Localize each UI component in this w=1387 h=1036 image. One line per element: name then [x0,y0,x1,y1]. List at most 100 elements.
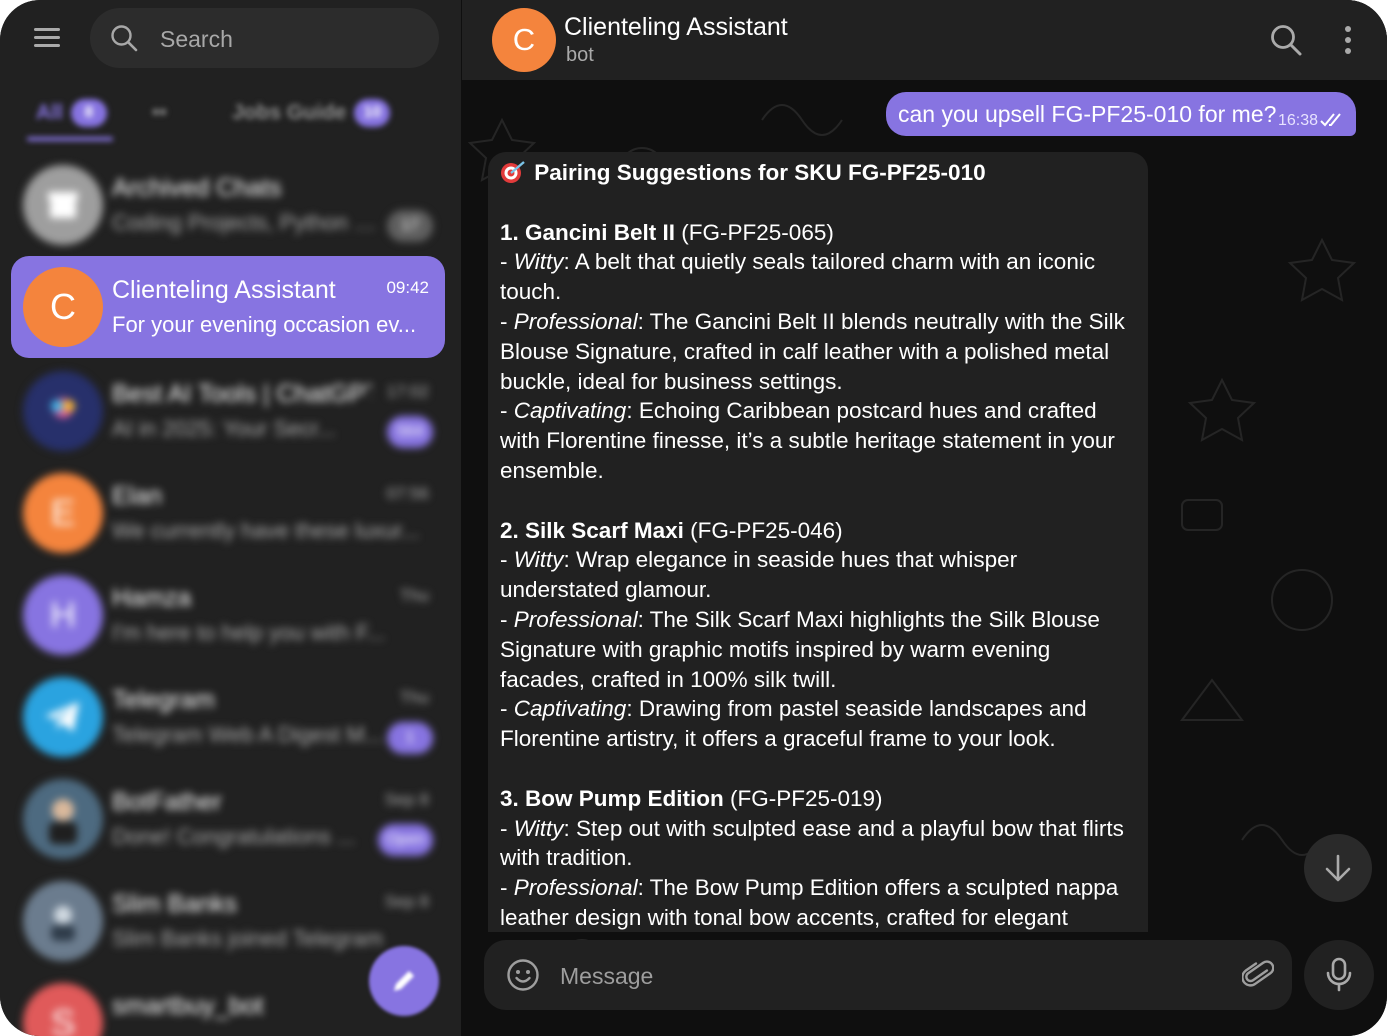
avatar [23,881,103,961]
tone-label: Professional [513,875,638,901]
chat-name: Best AI Tools | ChatGPT ... [112,380,372,408]
chat-time: Sep 8 [384,790,429,809]
pencil-icon [394,971,414,991]
tab-badge: 10 [354,99,391,127]
chat-time: 07:56 [386,484,429,503]
suggestion-line: - Professional: The Gancini Belt II blen… [500,308,1125,394]
tab-badge: 8 [70,99,107,127]
suggestion-line: - Captivating: Echoing Caribbean postcar… [500,398,1115,483]
search-icon [111,25,138,52]
dart-target-icon [501,161,525,183]
suggestion-line: - Witty: A belt that quietly seals tailo… [500,249,1096,305]
suggestion-title: 1. Gancini Belt II (FG-PF25-065) [500,218,1140,248]
tone-text: : Step out with sculpted ease and a play… [500,815,1124,871]
chat-time: Thu [399,586,429,605]
chat-item-clienteling-assistant[interactable]: C Clienteling Assistant 09:42 For your e… [11,256,445,358]
chat-title[interactable]: Clienteling Assistant [564,13,788,42]
message-heading: Pairing Suggestions for SKU FG-PF25-010 [500,158,1140,188]
tone-label: Witty [513,547,564,573]
tab-label: Jobs Guide [232,101,347,124]
suggestion-line: - Captivating: Drawing from pastel seasi… [500,696,1087,752]
suggestion-line: - Professional: The Silk Scarf Maxi high… [500,606,1100,692]
message-text: Pairing Suggestions for SKU FG-PF25-010 … [500,158,1140,932]
microphone-icon [1326,957,1352,992]
chat-time: Sep 8 [384,892,429,911]
arrow-down-icon [1325,854,1351,882]
chat-preview: Slim Banks joined Telegram [112,926,384,951]
unread-badge: 564 [387,416,433,448]
search-input[interactable] [158,22,422,56]
avatar [23,371,103,451]
chat-name: Slim Banks [112,890,238,918]
chat-header[interactable]: C Clienteling Assistant bot [462,0,1387,80]
tab-label: •• [152,101,167,124]
message-input[interactable] [558,958,1202,994]
smiley-icon[interactable] [506,958,540,992]
suggestion-line: - Professional: The Bow Pump Edition off… [500,875,1119,930]
open-button[interactable]: Open [377,824,433,856]
chat-time: 09:42 [386,278,429,297]
chat-item-elan[interactable]: E Elan 07:56 We currently have these lux… [11,462,445,564]
compose-button[interactable] [369,946,439,1016]
tab-jobs-guide[interactable]: Jobs Guide 10 [232,96,391,130]
folder-tabs: All 8 •• Jobs Guide 10 [0,80,461,144]
chat-name: Archived Chats [112,174,282,202]
tab-folder[interactable]: •• [152,96,167,130]
avatar[interactable]: C [492,8,556,72]
unread-badge: 17 [387,210,433,242]
product-name: 2. Silk Scarf Maxi [500,517,684,543]
chat-name: smartbuy_bot [112,992,264,1020]
tab-label: All [36,101,63,124]
chat-preview: Done! Congratulations ... [112,824,356,849]
chat-item-botfather[interactable]: BotFather Sep 8 Done! Congratulations ..… [11,768,445,870]
message-composer[interactable] [484,940,1292,1010]
heading-text: Pairing Suggestions for SKU FG-PF25-010 [534,160,986,185]
suggestion-title: 3. Bow Pump Edition (FG-PF25-019) [500,784,1140,814]
chat-name: Clienteling Assistant [112,276,336,304]
chat-item-best-ai-tools[interactable]: Best AI Tools | ChatGPT ... 17:02 AI in … [11,360,445,462]
product-sku: (FG-PF25-019) [723,785,883,811]
suggestion-title: 2. Silk Scarf Maxi (FG-PF25-046) [500,516,1140,546]
tone-label: Witty [513,815,564,841]
hamburger-icon[interactable] [22,18,72,58]
chat-item-hamza[interactable]: H Hamza Thu I'm here to help you with F.… [11,564,445,666]
incoming-message[interactable]: Pairing Suggestions for SKU FG-PF25-010 … [488,152,1148,932]
product-name: 1. Gancini Belt II [500,219,676,245]
more-vertical-icon[interactable] [1334,22,1362,58]
message-time: 16:38 [1278,112,1319,129]
chat-preview: Coding Projects, Python P... [112,210,382,235]
chat-preview: AI in 2025: Your Secr... [112,416,336,441]
chat-name: BotFather [112,788,222,816]
search-box[interactable] [90,8,439,68]
outgoing-message[interactable]: can you upsell FG-PF25-010 for me? 16:38 [886,92,1356,136]
suggestion-line: - Witty: Step out with sculpted ease and… [500,815,1124,871]
paperclip-icon[interactable] [1242,958,1274,992]
chat-name: Elan [112,482,163,510]
tone-text: : Wrap elegance in seaside hues that whi… [500,547,1018,603]
search-icon[interactable] [1268,22,1304,58]
avatar: S [23,983,103,1036]
chat-panel: C Clienteling Assistant bot can you upse… [462,0,1387,1036]
double-check-icon [1320,113,1341,127]
chat-item-archived[interactable]: Archived Chats Coding Projects, Python P… [11,154,445,256]
chat-preview: Telegram Web A Digest M... [112,722,384,747]
chat-list: Archived Chats Coding Projects, Python P… [0,148,461,1036]
tone-label: Professional [513,606,638,632]
tone-label: Witty [513,249,564,275]
product-name: 3. Bow Pump Edition [500,785,724,811]
archive-icon [23,165,103,245]
tone-label: Professional [513,308,638,334]
chat-preview: For your evening occasion ev... [112,312,417,337]
record-voice-button[interactable] [1304,940,1374,1010]
sidebar-header [0,0,461,76]
telegram-plane-icon [23,677,103,757]
chat-name: Telegram [112,686,215,714]
product-sku: (FG-PF25-046) [683,517,843,543]
chat-preview: We currently have these luxur... [112,518,420,543]
chat-time: 17:02 [386,382,429,401]
scroll-down-button[interactable] [1304,834,1372,902]
tone-label: Captivating [513,398,627,424]
chat-item-telegram[interactable]: Telegram Thu Telegram Web A Digest M... … [11,666,445,768]
tab-all[interactable]: All 8 [36,96,107,130]
chat-status: bot [566,44,594,66]
